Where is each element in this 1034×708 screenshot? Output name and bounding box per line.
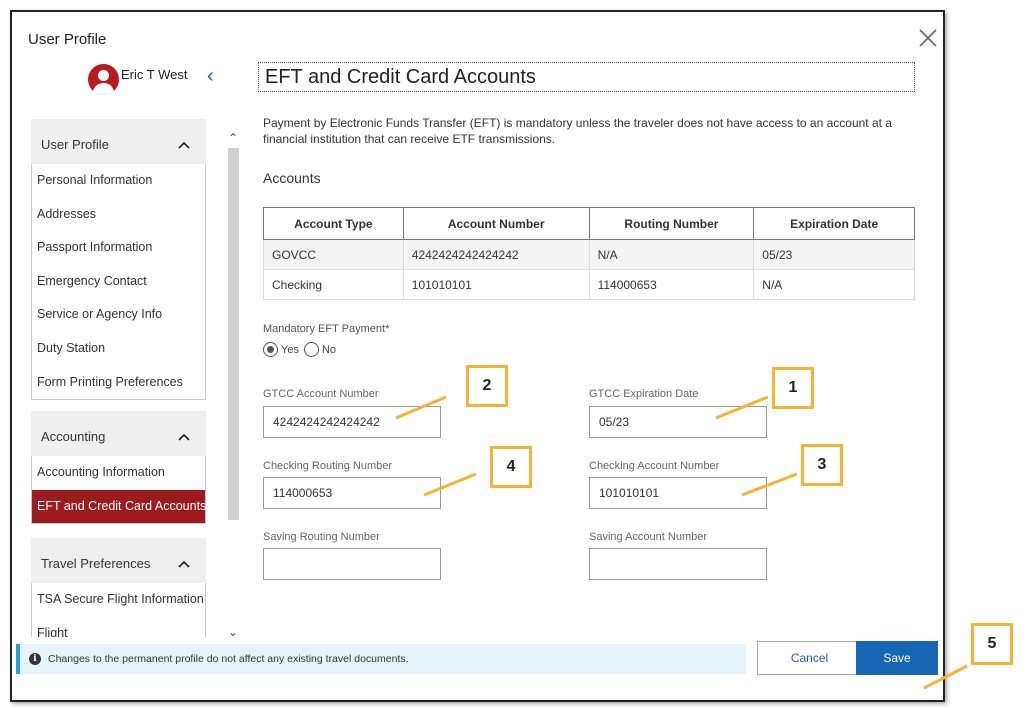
table-cell: N/A xyxy=(588,239,755,270)
chevron-up-icon xyxy=(178,433,190,441)
sidebar-item-passport-information[interactable]: Passport Information xyxy=(32,231,205,265)
sidebar-list-accounting: Accounting Information EFT and Credit Ca… xyxy=(31,456,206,525)
sidebar-scrollbar[interactable]: ⌃ ⌄ xyxy=(227,131,241,639)
table-cell: GOVCC xyxy=(263,239,404,270)
sidebar-item-accounting-information[interactable]: Accounting Information xyxy=(32,456,205,490)
chevron-up-icon xyxy=(178,141,190,149)
chevron-up-icon[interactable]: ⌃ xyxy=(228,131,238,145)
column-header: Account Number xyxy=(402,207,590,240)
radio-yes-label: Yes xyxy=(281,343,299,356)
scrollbar-thumb[interactable] xyxy=(228,148,239,520)
radio-no-label: No xyxy=(321,343,337,356)
sidebar-item-flight[interactable]: Flight xyxy=(32,617,205,637)
mandatory-eft-radio-group: Yes No xyxy=(263,342,336,357)
info-banner-text: Changes to the permanent profile do not … xyxy=(48,653,409,665)
table-cell: 101010101 xyxy=(402,269,590,300)
chevron-left-icon[interactable]: ‹ xyxy=(207,66,214,86)
callout-1: 1 xyxy=(772,367,814,409)
table-cell: 4242424242424242 xyxy=(402,239,590,270)
accounts-heading: Accounts xyxy=(263,170,321,186)
gtcc-expiration-date-label: GTCC Expiration Date xyxy=(589,388,699,400)
column-header: Expiration Date xyxy=(753,207,915,240)
table-cell: 114000653 xyxy=(588,269,755,300)
callout-3: 3 xyxy=(801,444,843,486)
checking-account-number-field[interactable]: 101010101 xyxy=(589,477,767,509)
sidebar-group-label: User Profile xyxy=(41,137,109,152)
saving-routing-number-field[interactable] xyxy=(263,548,441,580)
accounts-table: Account Type Account Number Routing Numb… xyxy=(263,207,915,300)
radio-yes[interactable] xyxy=(263,342,278,357)
table-header-row: Account Type Account Number Routing Numb… xyxy=(263,207,915,240)
table-cell: Checking xyxy=(263,269,404,300)
close-icon[interactable] xyxy=(918,28,938,48)
chevron-down-icon[interactable]: ⌄ xyxy=(228,625,238,639)
mandatory-eft-label-text: Mandatory EFT Payment xyxy=(263,323,386,335)
saving-routing-number-label: Saving Routing Number xyxy=(263,531,380,543)
dialog-title: User Profile xyxy=(28,31,107,48)
gtcc-account-number-field[interactable]: 4242424242424242 xyxy=(263,406,441,438)
eft-intro-text: Payment by Electronic Funds Transfer (EF… xyxy=(263,116,892,146)
sidebar-list-travel-preferences: TSA Secure Flight Information Flight xyxy=(31,583,206,637)
checking-routing-number-label: Checking Routing Number xyxy=(263,460,393,472)
column-header: Account Type xyxy=(263,207,404,240)
callout-5: 5 xyxy=(971,623,1013,665)
sidebar-item-addresses[interactable]: Addresses xyxy=(32,198,205,232)
sidebar-item-form-printing-preferences[interactable]: Form Printing Preferences xyxy=(32,366,205,400)
gtcc-expiration-date-field[interactable]: 05/23 xyxy=(589,406,767,438)
saving-account-number-field[interactable] xyxy=(589,548,767,580)
column-header: Routing Number xyxy=(588,207,755,240)
table-cell: N/A xyxy=(753,269,915,300)
table-cell: 05/23 xyxy=(753,239,915,270)
required-marker: * xyxy=(385,323,390,335)
saving-account-number-label: Saving Account Number xyxy=(589,531,708,543)
table-row[interactable]: GOVCC 4242424242424242 N/A 05/23 xyxy=(263,239,915,270)
sidebar-nav: User Profile Personal Information Addres… xyxy=(31,119,206,637)
sidebar-item-eft-credit-card-accounts[interactable]: EFT and Credit Card Accounts xyxy=(32,489,206,524)
table-row[interactable]: Checking 101010101 114000653 N/A xyxy=(263,269,915,300)
save-button[interactable]: Save xyxy=(856,641,938,675)
sidebar-item-personal-information[interactable]: Personal Information xyxy=(32,164,205,198)
checking-routing-number-field[interactable]: 114000653 xyxy=(263,477,441,509)
info-banner: i Changes to the permanent profile do no… xyxy=(16,644,746,674)
cancel-button[interactable]: Cancel xyxy=(757,641,862,675)
chevron-up-icon xyxy=(178,560,190,568)
gtcc-account-number-label: GTCC Account Number xyxy=(263,388,379,400)
sidebar-item-service-agency-info[interactable]: Service or Agency Info xyxy=(32,298,205,332)
callout-2: 2 xyxy=(466,365,508,407)
checking-account-number-label: Checking Account Number xyxy=(589,460,720,472)
user-name: Eric T West xyxy=(121,67,188,82)
sidebar-item-duty-station[interactable]: Duty Station xyxy=(32,332,205,366)
sidebar-item-tsa-secure-flight[interactable]: TSA Secure Flight Information xyxy=(32,583,205,617)
callout-4: 4 xyxy=(490,446,532,488)
sidebar-group-label: Travel Preferences xyxy=(41,556,151,571)
info-icon: i xyxy=(29,653,41,665)
sidebar-item-emergency-contact[interactable]: Emergency Contact xyxy=(32,265,205,299)
mandatory-eft-label: Mandatory EFT Payment* xyxy=(263,323,389,335)
sidebar-list-user-profile: Personal Information Addresses Passport … xyxy=(31,164,206,401)
radio-no[interactable] xyxy=(303,342,319,357)
page-title: EFT and Credit Card Accounts xyxy=(258,62,915,92)
sidebar-group-label: Accounting xyxy=(41,429,106,444)
user-avatar-icon xyxy=(88,64,119,95)
